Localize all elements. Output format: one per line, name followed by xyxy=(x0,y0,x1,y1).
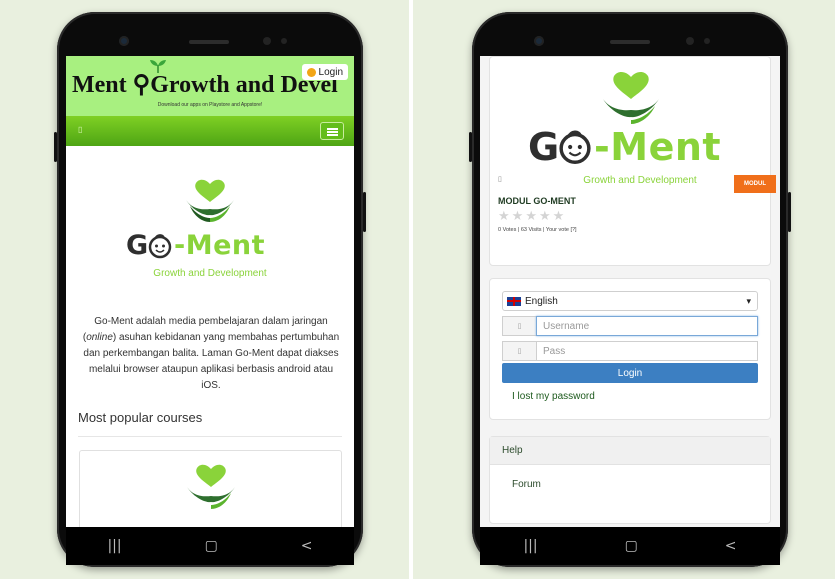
key-icon xyxy=(306,67,316,77)
power-button xyxy=(788,192,791,232)
star-icon[interactable]: ★ xyxy=(553,209,565,224)
baby-face-icon xyxy=(559,130,591,164)
popular-courses-heading: Most popular courses xyxy=(78,410,203,425)
chevron-down-icon: ▾ xyxy=(746,296,751,306)
power-button xyxy=(363,192,366,232)
login-submit-button[interactable]: Login xyxy=(502,363,758,383)
lost-password-link[interactable]: I lost my password xyxy=(512,391,595,402)
username-field[interactable]: ▯ Username xyxy=(502,316,758,336)
uk-flag-icon xyxy=(507,296,521,306)
front-camera-icon xyxy=(119,36,129,46)
back-button[interactable]: < xyxy=(725,538,737,554)
front-camera-icon xyxy=(534,36,544,46)
intro-text: Go-Ment adalah media pembelajaran dalam … xyxy=(82,316,340,391)
vote-stats: 0 Votes | 63 Visits | Your vote [?] xyxy=(498,227,577,233)
login-form: English ▾ ▯ Username ▯ Pass Login I lost… xyxy=(489,278,771,420)
hamburger-menu-button[interactable] xyxy=(320,122,344,140)
heart-hands-icon xyxy=(603,71,659,124)
top-bezel xyxy=(57,12,363,58)
left-screen: Ment ⚲Growth and Devel Download our apps… xyxy=(66,56,354,528)
heart-hands-icon xyxy=(187,464,235,509)
sensor-icon xyxy=(263,37,271,45)
user-icon: ▯ xyxy=(502,316,536,336)
site-title: Ment ⚲Growth and Devel xyxy=(72,72,338,98)
username-input[interactable]: Username xyxy=(536,316,758,336)
brand-tagline: Growth and Development xyxy=(583,175,697,186)
star-icon[interactable]: ★ xyxy=(525,209,537,224)
star-icon[interactable]: ★ xyxy=(512,209,524,224)
top-bezel xyxy=(472,12,788,58)
right-screen: G -Ment Growth and Development ▯ MODUL M… xyxy=(480,56,780,528)
image-placeholder-icon: ▯ xyxy=(498,176,502,183)
site-subtitle: Download our apps on Playstore and Appst… xyxy=(157,102,263,108)
gm-wordmark: G -Ment xyxy=(528,125,722,169)
menu-glyph-icon: ▯ xyxy=(78,125,83,134)
forum-link[interactable]: Forum xyxy=(512,479,541,490)
star-icon[interactable]: ★ xyxy=(539,209,551,224)
recent-apps-button[interactable]: ||| xyxy=(523,538,537,554)
baby-face-icon xyxy=(148,234,172,259)
lock-icon: ▯ xyxy=(502,341,536,361)
site-header: Ment ⚲Growth and Devel Download our apps… xyxy=(66,56,354,116)
course-card[interactable]: G -Ment Growth and Development ▯ MODUL M… xyxy=(489,56,776,266)
language-value: English xyxy=(525,295,558,307)
login-button[interactable]: Login xyxy=(301,64,348,80)
left-phone: Ment ⚲Growth and Devel Download our apps… xyxy=(54,12,366,567)
rating-stars[interactable]: ★ ★ ★ ★ ★ xyxy=(498,209,564,224)
star-icon[interactable]: ★ xyxy=(498,209,510,224)
back-button[interactable]: < xyxy=(301,538,313,554)
modul-tag: MODUL xyxy=(734,175,776,193)
gm-wordmark: G -Ment xyxy=(126,230,266,261)
volume-button xyxy=(469,132,472,162)
sensor-icon xyxy=(704,38,710,44)
login-label: Login xyxy=(318,66,343,78)
password-field[interactable]: ▯ Pass xyxy=(502,341,758,361)
sensor-icon xyxy=(686,37,694,45)
help-panel: Help Forum xyxy=(489,436,771,524)
volume-button xyxy=(54,132,57,162)
brand-tagline: Growth and Development xyxy=(153,268,267,279)
brand-logo: G -Ment Growth and Development xyxy=(66,160,354,290)
language-select[interactable]: English ▾ xyxy=(502,291,758,311)
right-phone: G -Ment Growth and Development ▯ MODUL M… xyxy=(469,12,791,567)
help-heading: Help xyxy=(490,437,770,465)
password-input[interactable]: Pass xyxy=(536,341,758,361)
recent-apps-button[interactable]: ||| xyxy=(107,538,121,554)
sensor-icon xyxy=(281,38,287,44)
course-title[interactable]: MODUL GO-MENT xyxy=(498,196,576,206)
android-nav-bar: ||| ▢ < xyxy=(480,527,780,565)
divider xyxy=(409,0,413,579)
speaker-grille xyxy=(189,40,229,44)
nav-bar: ▯ xyxy=(66,116,354,146)
home-button[interactable]: ▢ xyxy=(205,538,218,554)
android-nav-bar: ||| ▢ < xyxy=(66,527,354,565)
speaker-grille xyxy=(610,40,650,44)
course-card[interactable] xyxy=(79,450,342,528)
divider xyxy=(78,436,342,437)
home-button[interactable]: ▢ xyxy=(625,538,638,554)
